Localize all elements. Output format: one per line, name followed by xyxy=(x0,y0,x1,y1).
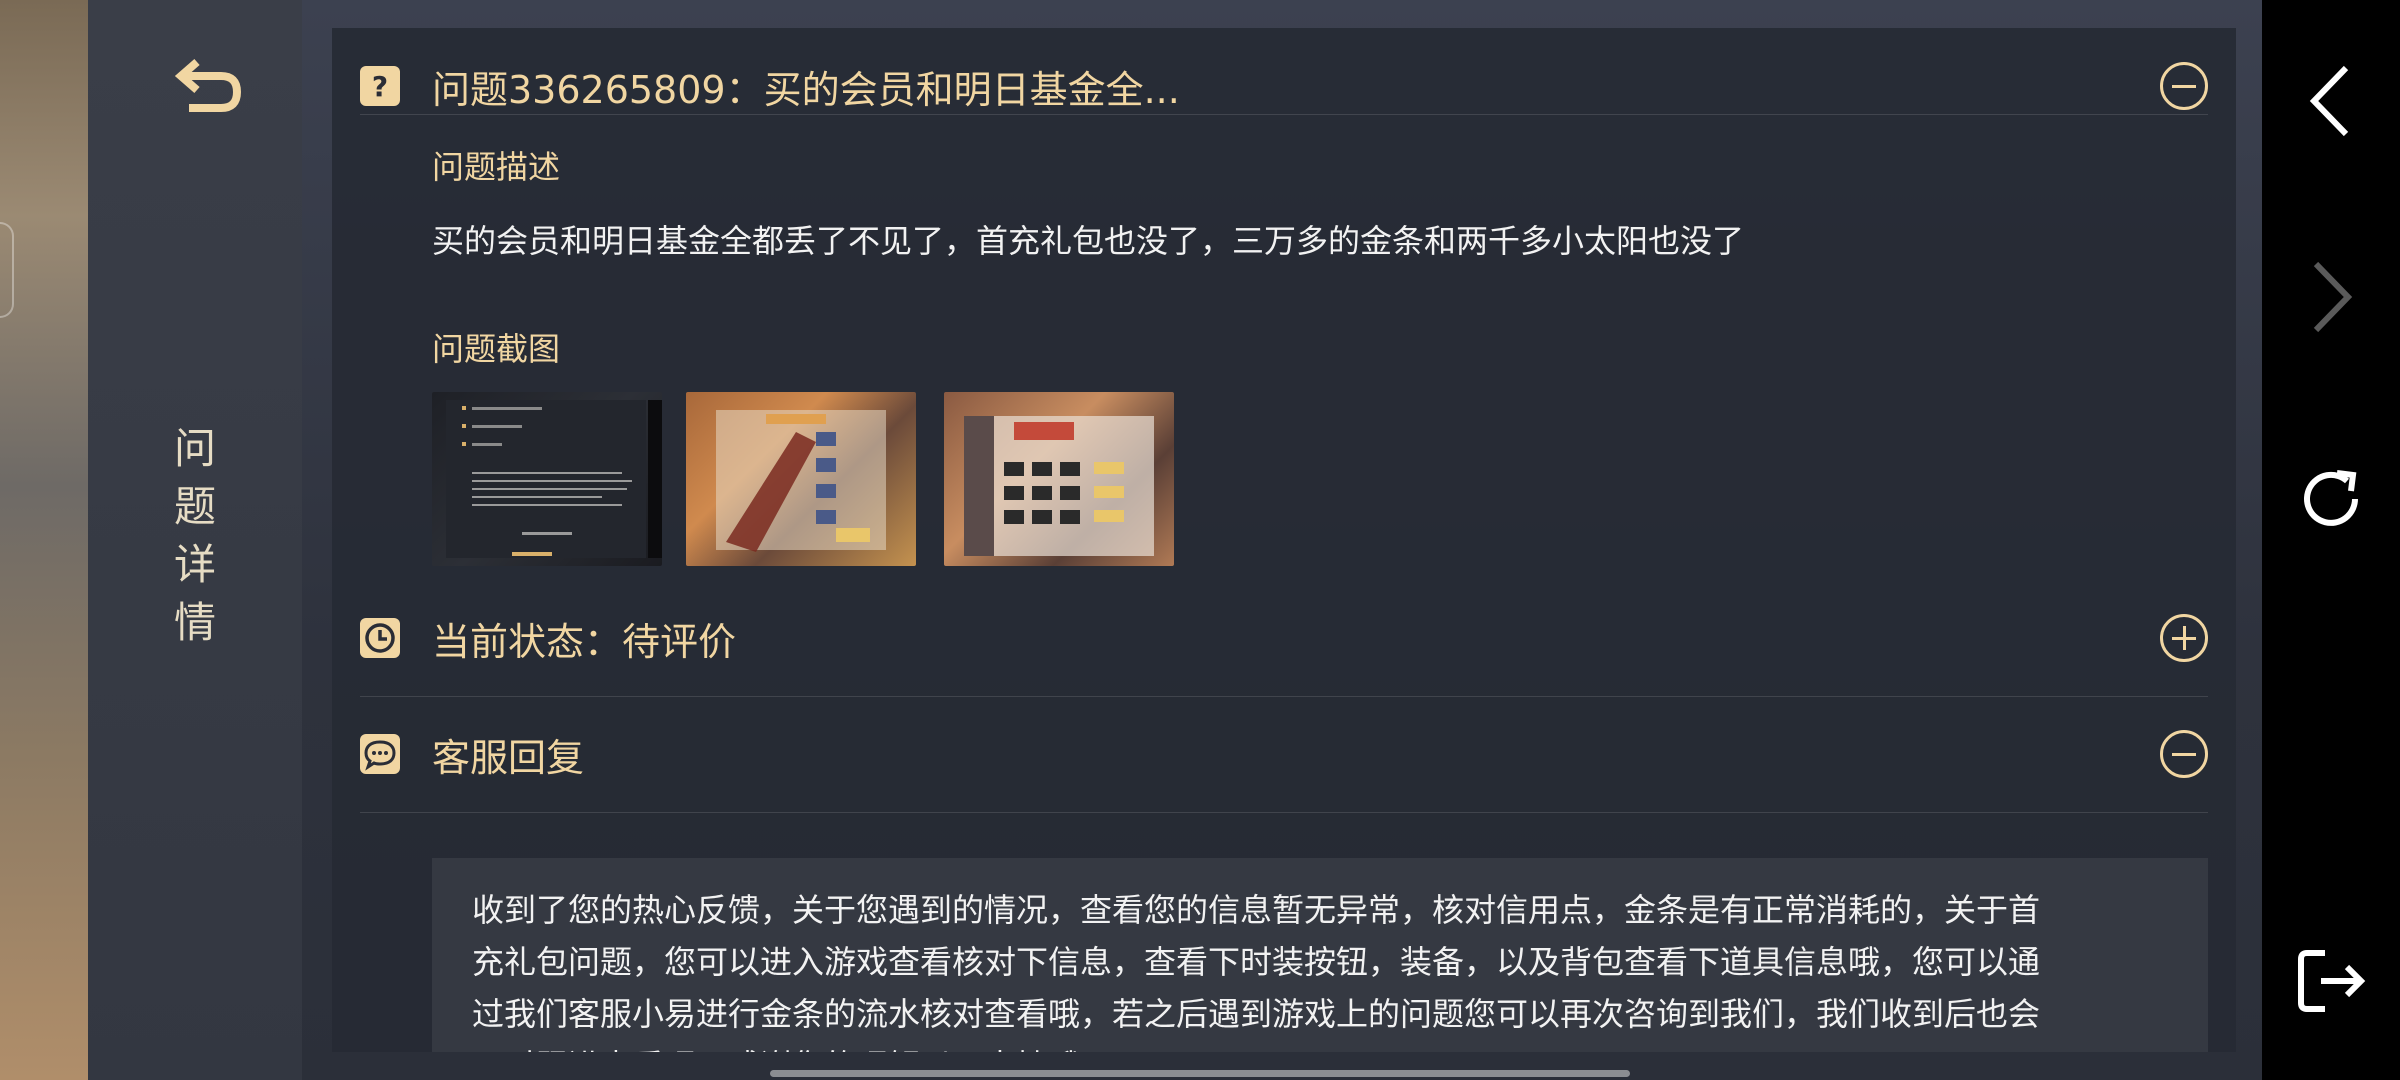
screenshot-thumbnail[interactable] xyxy=(686,392,916,566)
sidebar: 问 题 详 情 xyxy=(88,0,302,1080)
status-header[interactable]: 当前状态：待评价 xyxy=(332,580,2236,696)
collapse-reply-button[interactable] xyxy=(2160,730,2208,778)
status-title: 当前状态：待评价 xyxy=(432,619,737,664)
page-title-char: 情 xyxy=(173,598,216,647)
question-header[interactable]: ? 问题336265809：买的会员和明日基金全... xyxy=(332,28,2236,144)
game-background xyxy=(0,0,88,1080)
minus-circle-icon xyxy=(2172,84,2196,88)
page-title-char: 题 xyxy=(173,482,216,531)
minus-circle-icon xyxy=(2172,752,2196,756)
reply-line: 收到了您的热心反馈，关于您遇到的情况，查看您的信息暂无异常，核对信用点，金条是有… xyxy=(472,891,2041,929)
description-label: 问题描述 xyxy=(432,148,561,186)
nav-back-button[interactable] xyxy=(2262,46,2400,156)
question-title: 问题336265809：买的会员和明日基金全... xyxy=(432,67,1180,112)
divider xyxy=(360,812,2208,813)
chevron-left-icon xyxy=(2309,65,2349,137)
back-button[interactable] xyxy=(162,46,258,124)
reply-title: 客服回复 xyxy=(432,735,585,780)
exit-button[interactable] xyxy=(2262,926,2400,1036)
reply-line: 过我们客服小易进行金条的流水核对查看哦，若之后遇到游戏上的问题您可以再次咨询到我… xyxy=(472,995,2041,1033)
screenshots-label: 问题截图 xyxy=(432,330,561,368)
nav-forward-button[interactable] xyxy=(2262,242,2400,352)
chevron-right-icon xyxy=(2313,261,2353,333)
question-description: 买的会员和明日基金全都丢了不见了，首充礼包也没了，三万多的金条和两千多小太阳也没… xyxy=(432,222,1745,260)
chat-bubble-icon xyxy=(360,734,400,774)
reply-header[interactable]: 客服回复 xyxy=(332,696,2236,812)
screenshot-thumbnail[interactable] xyxy=(432,392,662,566)
question-mark-icon: ? xyxy=(360,66,400,106)
screenshot-thumbnail[interactable] xyxy=(944,392,1174,566)
page-title-char: 问 xyxy=(173,424,216,473)
browser-nav-bar xyxy=(2262,0,2400,1080)
refresh-button[interactable] xyxy=(2262,444,2400,554)
page-title-char: 详 xyxy=(173,540,216,589)
refresh-icon xyxy=(2304,470,2358,526)
expand-status-button[interactable] xyxy=(2160,614,2208,662)
question-detail-panel: ? 问题336265809：买的会员和明日基金全... 问题描述 买的会员和明日… xyxy=(332,28,2236,1052)
svg-text:?: ? xyxy=(372,70,388,103)
clock-icon xyxy=(360,618,400,658)
undo-arrow-icon xyxy=(175,58,242,112)
page-title: 问 题 详 情 xyxy=(88,420,302,652)
reply-content: 收到了您的热心反馈，关于您遇到的情况，查看您的信息暂无异常，核对信用点，金条是有… xyxy=(432,858,2208,1052)
reply-line: 及时跟进查看呢，感谢您的理解以及支持哦。~ xyxy=(472,1040,2180,1052)
side-handle[interactable] xyxy=(0,222,14,318)
reply-line: 充礼包问题，您可以进入游戏查看核对下信息，查看下时装按钮，装备，以及背包查看下道… xyxy=(472,943,2041,981)
divider xyxy=(360,114,2208,115)
scrollbar[interactable] xyxy=(770,1070,1630,1077)
exit-icon xyxy=(2298,950,2366,1012)
collapse-question-button[interactable] xyxy=(2160,62,2208,110)
